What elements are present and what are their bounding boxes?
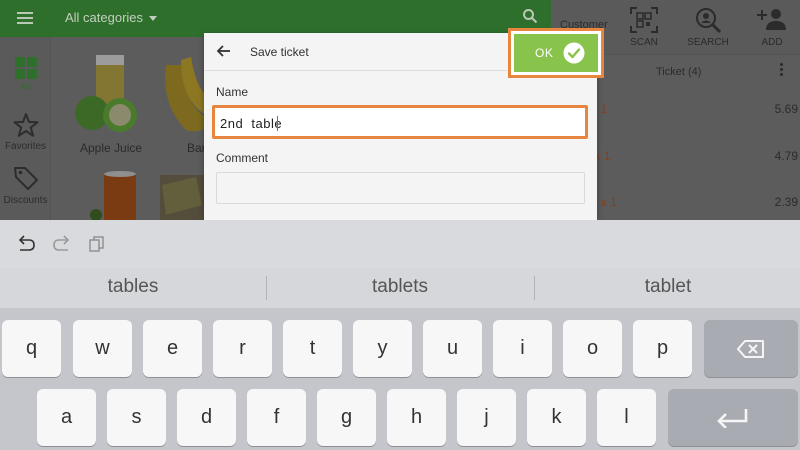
orange-juice-image <box>90 171 136 220</box>
key-h[interactable]: h <box>387 389 446 446</box>
suggestion-bar: tables tablets tablet <box>0 268 800 308</box>
keyboard-toolbar <box>0 220 800 268</box>
ok-button[interactable]: OK <box>514 34 598 72</box>
ticket-line-qty: x 1 <box>600 195 617 209</box>
ok-label: OK <box>535 46 554 60</box>
key-area: q w e r t y u i o p a s d f g h j k l <box>0 308 800 450</box>
more-vert-icon[interactable] <box>780 63 784 78</box>
add-label: ADD <box>761 37 783 48</box>
suggestion-1[interactable]: tables <box>0 268 266 308</box>
key-k[interactable]: k <box>527 389 586 446</box>
key-o[interactable]: o <box>563 320 622 377</box>
sidebar-item-discounts[interactable]: Discounts <box>0 164 51 206</box>
category-sidebar: All Favorites Discounts <box>0 37 51 220</box>
grid-icon <box>14 57 37 79</box>
key-u[interactable]: u <box>423 320 482 377</box>
ticket-line-price: 5.69 <box>774 102 798 116</box>
star-icon <box>13 113 38 137</box>
backspace-icon <box>737 340 764 358</box>
search-customer-button[interactable]: SEARCH <box>680 6 736 48</box>
key-g[interactable]: g <box>317 389 376 446</box>
key-p[interactable]: p <box>633 320 692 377</box>
redo-icon[interactable] <box>52 235 72 253</box>
category-label: All categories <box>65 10 144 25</box>
key-e[interactable]: e <box>143 320 202 377</box>
enter-key[interactable] <box>668 389 798 446</box>
sidebar-item-label: Favorites <box>4 141 47 152</box>
menu-icon[interactable] <box>17 12 33 24</box>
product-tile-apple-juice[interactable]: Apple Juice <box>52 37 156 162</box>
enter-icon <box>717 409 748 428</box>
key-l[interactable]: l <box>597 389 656 446</box>
scan-button[interactable]: SCAN <box>616 6 672 48</box>
key-f[interactable]: f <box>247 389 306 446</box>
product-tile-banana[interactable]: Ban <box>156 37 204 162</box>
name-input[interactable] <box>220 113 580 133</box>
key-t[interactable]: t <box>283 320 342 377</box>
top-bar: All categories <box>0 0 551 37</box>
key-s[interactable]: s <box>107 389 166 446</box>
sidebar-item-all[interactable]: All <box>0 57 51 93</box>
clipboard-icon[interactable] <box>88 235 106 253</box>
suggestion-2[interactable]: tablets <box>267 268 533 308</box>
product-grid: Apple Juice Ban <box>52 37 204 220</box>
add-person-icon <box>757 9 786 30</box>
key-y[interactable]: y <box>353 320 412 377</box>
backspace-key[interactable] <box>704 320 798 377</box>
back-arrow-icon[interactable] <box>216 43 232 59</box>
sandwich-image <box>160 175 204 220</box>
scan-label: SCAN <box>630 37 658 48</box>
barcode-scan-icon <box>630 7 658 33</box>
ticket-line-price: 4.79 <box>774 149 798 163</box>
add-customer-button[interactable]: ADD <box>744 6 800 48</box>
category-dropdown[interactable]: All categories <box>65 10 158 25</box>
apple-juice-image <box>75 55 137 132</box>
sidebar-item-label: All <box>19 82 32 93</box>
on-screen-keyboard: tables tablets tablet q w e r t y u i o … <box>0 220 800 450</box>
text-cursor <box>277 116 278 131</box>
key-i[interactable]: i <box>493 320 552 377</box>
dialog-title: Save ticket <box>250 45 309 59</box>
ticket-line-price: 2.39 <box>774 195 798 209</box>
key-j[interactable]: j <box>457 389 516 446</box>
sidebar-item-favorites[interactable]: Favorites <box>0 112 51 152</box>
key-w[interactable]: w <box>73 320 132 377</box>
ok-button-highlight: OK <box>508 28 604 78</box>
name-field-highlight <box>212 105 588 139</box>
ticket-title: Ticket (4) <box>656 66 702 78</box>
product-label: Ban <box>187 141 204 155</box>
search-label: SEARCH <box>687 37 729 48</box>
product-label: Apple Juice <box>80 141 143 155</box>
comment-input[interactable] <box>216 172 585 204</box>
tag-icon <box>13 167 38 190</box>
name-label: Name <box>216 85 249 99</box>
comment-label: Comment <box>216 151 269 165</box>
key-d[interactable]: d <box>177 389 236 446</box>
check-circle-icon <box>563 42 585 64</box>
key-a[interactable]: a <box>37 389 96 446</box>
key-r[interactable]: r <box>213 320 272 377</box>
sidebar-item-label: Discounts <box>3 195 48 206</box>
key-q[interactable]: q <box>2 320 61 377</box>
undo-icon[interactable] <box>16 235 36 253</box>
search-icon[interactable] <box>522 8 538 24</box>
caret-down-icon <box>149 16 158 22</box>
banana-image <box>165 57 204 132</box>
search-person-icon <box>696 8 722 34</box>
suggestion-3[interactable]: tablet <box>535 268 800 308</box>
